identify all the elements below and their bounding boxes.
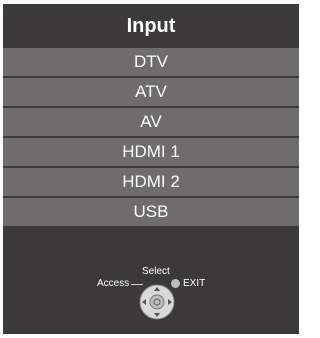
control-legend: Select Access EXIT [3,256,299,334]
access-label: Access [97,278,130,289]
input-item-hdmi2[interactable]: HDMI 2 [3,168,299,196]
input-item-av[interactable]: AV [3,108,299,136]
menu-title: Input [126,14,176,37]
input-item-atv[interactable]: ATV [3,78,299,106]
input-menu-panel: Input DTV ATV AV HDMI 1 HDMI 2 USB Selec… [3,4,299,334]
input-item-hdmi1[interactable]: HDMI 1 [3,138,299,166]
exit-label: EXIT [183,278,206,289]
dpad-icon [139,284,175,320]
input-item-usb[interactable]: USB [3,198,299,226]
select-label: Select [142,266,170,277]
input-item-dtv[interactable]: DTV [3,48,299,76]
input-source-list: DTV ATV AV HDMI 1 HDMI 2 USB [3,48,299,226]
